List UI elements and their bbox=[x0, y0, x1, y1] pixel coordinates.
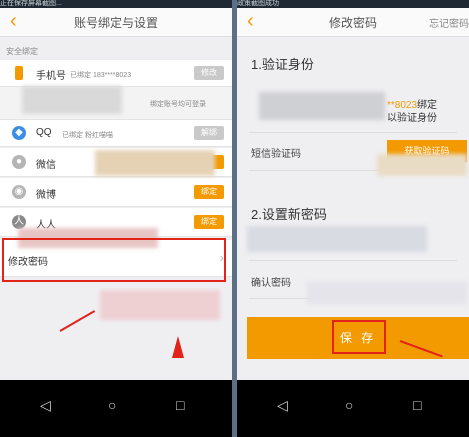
renren-icon: 人 bbox=[12, 215, 26, 229]
hint-text: 绑定账号均可登录 bbox=[150, 101, 206, 108]
status-text: 正在保存屏幕截图... bbox=[0, 0, 62, 7]
confirm-password-label: 确认密码 bbox=[251, 278, 291, 289]
nav-home-icon[interactable]: ○ bbox=[108, 398, 116, 412]
weibo-row[interactable]: ◉ 微博 绑定 bbox=[0, 178, 232, 207]
row-label: QQ bbox=[36, 127, 52, 138]
nav-back-icon[interactable]: ◁ bbox=[40, 398, 51, 412]
row-label: 微博 bbox=[36, 190, 56, 201]
android-nav-bar: ◁ ○ □ bbox=[0, 380, 232, 437]
status-text: 政策截图成功 bbox=[237, 0, 279, 7]
step-verify-heading: 1.验证身份 bbox=[251, 57, 314, 72]
nav-recent-icon[interactable]: □ bbox=[413, 398, 421, 412]
page-title: 账号绑定与设置 bbox=[73, 16, 158, 30]
top-nav-bar: ‹ 账号绑定与设置 bbox=[0, 8, 232, 37]
highlight-box bbox=[332, 320, 386, 354]
weibo-icon: ◉ bbox=[12, 185, 26, 199]
row-label: 微信 bbox=[36, 160, 56, 171]
phone-row[interactable]: 手机号 已绑定 183****8023 修改 bbox=[0, 60, 232, 87]
modify-phone-button[interactable]: 修改 bbox=[194, 66, 224, 80]
divider bbox=[249, 260, 457, 261]
nav-home-icon[interactable]: ○ bbox=[345, 398, 353, 412]
annotation-arrow bbox=[59, 310, 96, 332]
privacy-blur bbox=[22, 86, 122, 114]
row-sub: 已绑定 粉红喵喵 bbox=[62, 132, 113, 139]
privacy-blur bbox=[95, 150, 215, 176]
account-binding-screen: ‹ 账号绑定与设置 安全绑定 手机号 已绑定 183****8023 修改 绑定… bbox=[0, 8, 232, 380]
divider bbox=[249, 132, 457, 133]
highlight-box bbox=[2, 238, 226, 282]
forgot-password-link[interactable]: 忘记密码 bbox=[429, 15, 469, 30]
privacy-blur bbox=[377, 154, 467, 176]
annotation-arrow-head bbox=[172, 336, 184, 358]
unbind-qq-button[interactable]: 解绑 bbox=[194, 126, 224, 140]
privacy-blur bbox=[259, 92, 385, 120]
status-bar: 政策截图成功 bbox=[237, 0, 469, 8]
right-phone-screenshot: 政策截图成功 ‹ 修改密码 忘记密码 1.验证身份 **8023绑定 以验证身份… bbox=[237, 0, 469, 437]
sms-code-label: 短信验证码 bbox=[251, 149, 301, 160]
nav-recent-icon[interactable]: □ bbox=[176, 398, 184, 412]
wechat-icon: ● bbox=[12, 155, 26, 169]
row-sub: 已绑定 183****8023 bbox=[70, 72, 132, 79]
privacy-blur bbox=[307, 282, 467, 304]
bind-renren-button[interactable]: 绑定 bbox=[194, 215, 224, 229]
bind-weibo-button[interactable]: 绑定 bbox=[194, 185, 224, 199]
step-new-password-heading: 2.设置新密码 bbox=[251, 207, 327, 222]
status-bar: 正在保存屏幕截图... bbox=[0, 0, 232, 8]
nav-back-icon[interactable]: ◁ bbox=[277, 398, 288, 412]
privacy-blur bbox=[100, 290, 220, 320]
section-label: 安全绑定 bbox=[6, 47, 38, 56]
phone-icon bbox=[15, 66, 23, 80]
qq-icon: ◆ bbox=[12, 126, 26, 140]
left-phone-screenshot: 正在保存屏幕截图... ‹ 账号绑定与设置 安全绑定 手机号 已绑定 183**… bbox=[0, 0, 232, 437]
privacy-blur bbox=[247, 226, 427, 252]
android-nav-bar: ◁ ○ □ bbox=[237, 380, 469, 437]
top-nav-bar: ‹ 修改密码 忘记密码 bbox=[237, 8, 469, 37]
change-password-screen: ‹ 修改密码 忘记密码 1.验证身份 **8023绑定 以验证身份 短信验证码 … bbox=[237, 8, 469, 380]
verify-text: 以验证身份 bbox=[387, 113, 437, 124]
row-label: 手机号 bbox=[36, 71, 66, 82]
qq-row[interactable]: ◆ QQ 已绑定 粉红喵喵 解绑 bbox=[0, 120, 232, 147]
